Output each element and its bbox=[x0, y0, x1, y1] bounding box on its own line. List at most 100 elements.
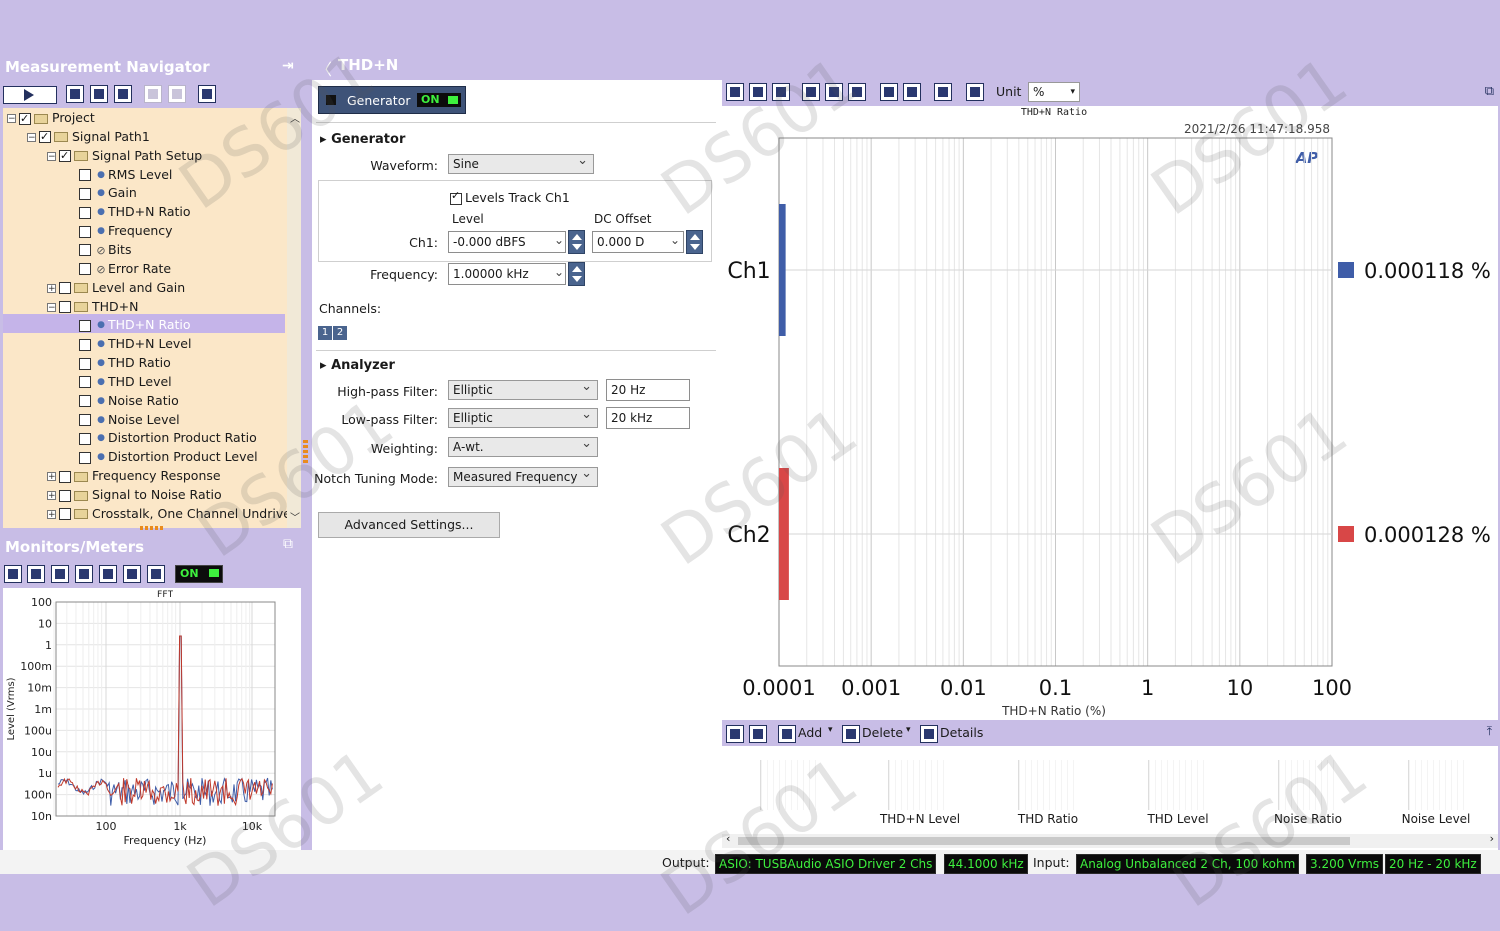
tree-item[interactable]: ● THD+N Level bbox=[67, 334, 191, 353]
function-icon[interactable] bbox=[934, 83, 952, 101]
tree-item[interactable]: + Level and Gain bbox=[47, 278, 185, 297]
tree-item[interactable]: − THD+N bbox=[47, 297, 138, 316]
tree-item[interactable]: ● Noise Level bbox=[67, 410, 180, 429]
levels-track-check[interactable] bbox=[450, 189, 462, 205]
tree-checkbox[interactable] bbox=[79, 169, 91, 182]
zoom-icon[interactable] bbox=[802, 83, 820, 101]
tree-item[interactable]: ● THD+N Ratio bbox=[67, 315, 191, 334]
ch1-level-spinner[interactable] bbox=[568, 230, 585, 254]
unit-select[interactable]: % ▾ bbox=[1028, 82, 1080, 102]
ch1-dc-dropdown-icon[interactable]: ⌄ bbox=[670, 233, 680, 247]
tree-item[interactable]: − Project bbox=[7, 108, 95, 128]
meters-icon[interactable] bbox=[51, 565, 69, 583]
thumbnail-thd-level[interactable] bbox=[1148, 760, 1207, 810]
thumbnail-noise-level[interactable] bbox=[1408, 760, 1467, 810]
copy-icon[interactable] bbox=[749, 83, 767, 101]
tree-item[interactable]: ● RMS Level bbox=[67, 165, 172, 184]
hpf-type-select[interactable]: Elliptic bbox=[448, 378, 598, 400]
ch1-level-dropdown-icon[interactable]: ⌄ bbox=[554, 233, 564, 247]
tree-item[interactable]: ● Frequency bbox=[67, 221, 173, 240]
tree-item[interactable]: + Frequency Response bbox=[47, 466, 221, 485]
expand-toggle-icon[interactable]: − bbox=[47, 302, 56, 312]
tree-item[interactable]: + Crosstalk, One Channel Undriven bbox=[47, 504, 299, 523]
tree-checkbox[interactable] bbox=[59, 470, 71, 483]
first-result-icon[interactable] bbox=[726, 725, 744, 743]
thumbnail-thd-n-ratio[interactable] bbox=[760, 760, 819, 810]
tree-checkbox[interactable] bbox=[79, 376, 91, 389]
move-down-icon[interactable] bbox=[168, 85, 186, 103]
save-icon[interactable] bbox=[726, 83, 744, 101]
tree-item[interactable]: − Signal Path Setup bbox=[47, 146, 202, 165]
delete-result-icon[interactable] bbox=[842, 725, 860, 743]
move-up-icon[interactable] bbox=[144, 85, 162, 103]
hpf-frequency-input[interactable]: 20 Hz bbox=[606, 379, 690, 401]
lpf-type-select[interactable]: Elliptic bbox=[448, 406, 598, 428]
frequency-dropdown-icon[interactable]: ⌄ bbox=[554, 265, 564, 279]
details-icon[interactable] bbox=[920, 725, 938, 743]
tree-scrollbar[interactable]: ︿ ﹀ bbox=[287, 108, 301, 528]
tree-checkbox[interactable] bbox=[59, 508, 71, 521]
scroll-up-icon[interactable]: ︿ bbox=[290, 110, 300, 125]
level-meter-icon[interactable] bbox=[75, 565, 93, 583]
analyzer-section-header[interactable]: ▸ Analyzer bbox=[320, 358, 395, 373]
scroll-right-icon[interactable]: › bbox=[1490, 832, 1494, 845]
print-icon[interactable] bbox=[772, 83, 790, 101]
monitors-on-toggle[interactable]: ON bbox=[175, 565, 223, 583]
fft-icon[interactable] bbox=[27, 565, 45, 583]
details-button[interactable]: Details bbox=[940, 725, 983, 740]
expand-graph-icon[interactable]: ⧉ bbox=[1485, 84, 1494, 99]
bars-icon[interactable] bbox=[99, 565, 117, 583]
thumbnail-scrollbar[interactable]: ‹ › bbox=[722, 832, 1498, 848]
generator-section-header[interactable]: ▸ Generator bbox=[320, 132, 405, 147]
scroll-thumb[interactable] bbox=[738, 837, 1350, 845]
tree-item[interactable]: − Signal Path1 bbox=[27, 127, 150, 146]
tree-checkbox[interactable] bbox=[79, 225, 91, 238]
thumbnail-thd-ratio[interactable] bbox=[1018, 760, 1077, 810]
add-result-button[interactable]: Add bbox=[798, 725, 822, 740]
tree-item[interactable]: ● THD Ratio bbox=[67, 353, 171, 372]
tree-item[interactable]: ● Gain bbox=[67, 183, 137, 202]
output-device[interactable]: ASIO: TUSBAudio ASIO Driver 2 Chs bbox=[715, 854, 937, 874]
frequency-input[interactable]: 1.00000 kHz bbox=[448, 263, 566, 285]
delete-result-button[interactable]: Delete bbox=[862, 725, 903, 740]
spectrum-icon[interactable] bbox=[123, 565, 141, 583]
tree-checkbox[interactable] bbox=[79, 357, 91, 370]
tree-checkbox[interactable] bbox=[79, 451, 91, 464]
add-dropdown-icon[interactable]: ▾ bbox=[828, 725, 833, 735]
thumbnail-thd-n-level[interactable] bbox=[888, 760, 947, 810]
scope-icon[interactable] bbox=[4, 565, 22, 583]
tree-checkbox[interactable] bbox=[59, 489, 71, 502]
tree-item[interactable]: ⊘ Error Rate bbox=[67, 259, 171, 278]
graph-settings-icon[interactable] bbox=[966, 83, 984, 101]
tree-checkbox[interactable] bbox=[59, 146, 71, 165]
add-icon[interactable] bbox=[778, 725, 796, 743]
tree-item[interactable]: ⊘ Bits bbox=[67, 240, 131, 259]
scroll-left-icon[interactable]: ‹ bbox=[726, 832, 730, 845]
advanced-settings-button[interactable]: Advanced Settings... bbox=[318, 512, 500, 538]
tree-item[interactable]: ● Distortion Product Level bbox=[67, 447, 258, 466]
levels-track-checkbox[interactable]: Levels Track Ch1 bbox=[450, 189, 570, 205]
pan-icon[interactable] bbox=[825, 83, 843, 101]
tree-item[interactable]: ● Noise Ratio bbox=[67, 391, 179, 410]
generator-button[interactable]: Generator ON bbox=[318, 86, 466, 114]
measurement-tree[interactable]: − Project − Signal Path1 − Signal Path Setup ●… bbox=[3, 108, 301, 528]
tree-checkbox[interactable] bbox=[59, 301, 71, 313]
tree-checkbox[interactable] bbox=[59, 282, 71, 295]
input-device[interactable]: Analog Unbalanced 2 Ch, 100 kohm bbox=[1076, 854, 1300, 874]
channel-2-button[interactable]: 2 bbox=[333, 326, 347, 340]
tree-checkbox[interactable] bbox=[79, 414, 91, 427]
lpf-frequency-input[interactable]: 20 kHz bbox=[606, 407, 690, 429]
popout-icon[interactable]: ⧉ bbox=[283, 536, 293, 552]
report-icon[interactable] bbox=[90, 85, 108, 103]
tree-item[interactable]: ● THD Level bbox=[67, 372, 172, 391]
tree-checkbox[interactable] bbox=[19, 109, 31, 128]
tree-checkbox[interactable] bbox=[79, 187, 91, 200]
tree-checkbox[interactable] bbox=[79, 432, 91, 445]
tree-checkbox[interactable] bbox=[79, 395, 91, 408]
expand-toggle-icon[interactable]: − bbox=[7, 114, 16, 124]
weighting-select[interactable]: A-wt. bbox=[448, 435, 598, 457]
bluetooth-icon[interactable] bbox=[147, 565, 165, 583]
expand-toggle-icon[interactable]: − bbox=[47, 151, 56, 161]
channel-1-button[interactable]: 1 bbox=[318, 326, 332, 340]
back-chevron-icon[interactable]: 〈 bbox=[316, 56, 332, 80]
